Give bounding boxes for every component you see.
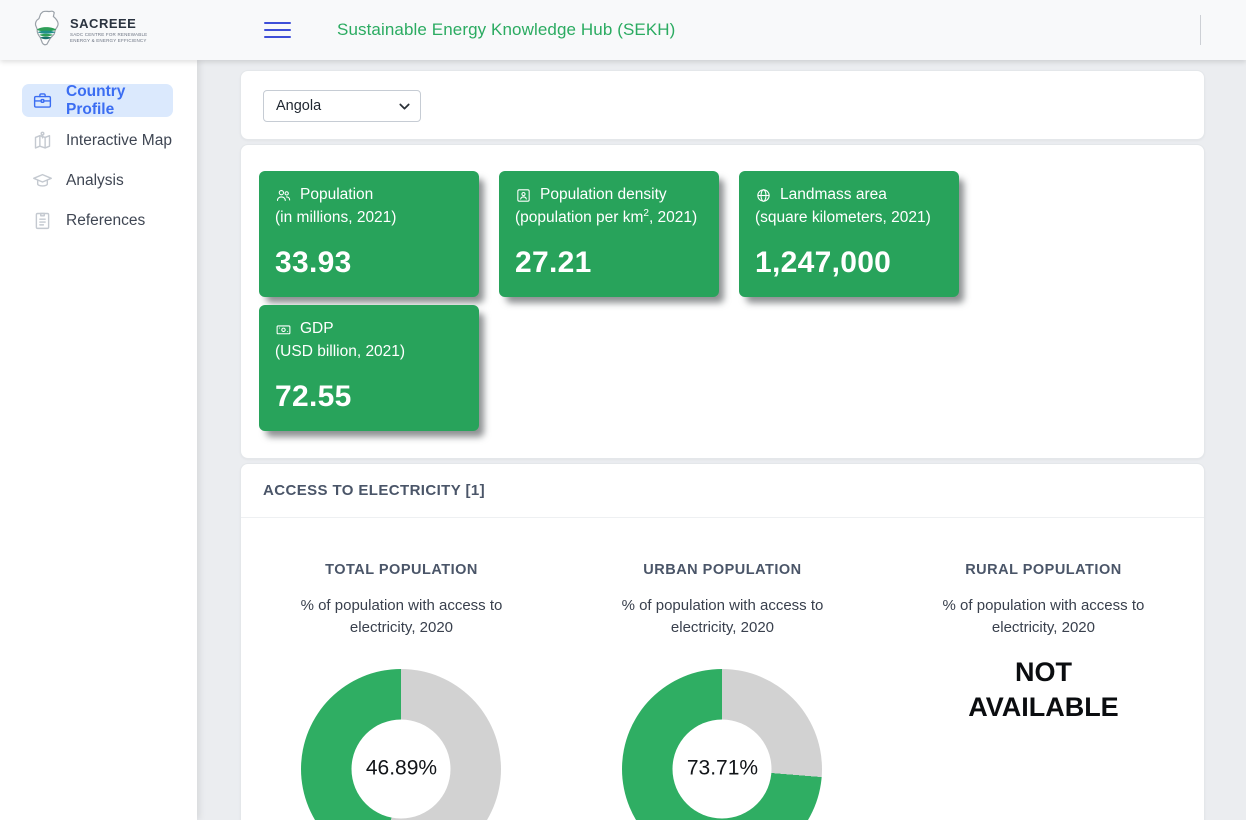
not-available-label: NOT AVAILABLE [951, 655, 1136, 725]
graduation-cap-icon [32, 170, 53, 191]
donut-center-label: 46.89% [366, 757, 437, 781]
country-selector-panel: Angola [240, 70, 1205, 140]
donut-hole: 73.71% [673, 719, 772, 818]
people-icon [275, 187, 292, 204]
stat-subtitle: (in millions, 2021) [275, 209, 396, 226]
stat-card-population: Population (in millions, 2021) 33.93 [259, 171, 479, 297]
map-icon [32, 130, 53, 151]
sidebar-item-analysis[interactable]: Analysis [22, 164, 173, 197]
stat-card-landmass-area: Landmass area (square kilometers, 2021) … [739, 171, 959, 297]
chart-subtitle: % of population with access to electrici… [923, 595, 1163, 639]
stat-title: Population [300, 186, 373, 204]
stat-card-population-density: Population density (population per km2, … [499, 171, 719, 297]
stat-value: 72.55 [275, 380, 463, 414]
country-select-value: Angola [276, 98, 321, 114]
chart-col-total-population: TOTAL POPULATION % of population with ac… [241, 562, 562, 820]
country-select[interactable]: Angola [263, 90, 421, 122]
sidebar-item-references[interactable]: References [22, 204, 173, 237]
sidebar-item-label: References [66, 212, 145, 230]
stat-value: 1,247,000 [755, 246, 943, 280]
density-icon [515, 187, 532, 204]
chart-title: URBAN POPULATION [562, 562, 883, 578]
page-title: Sustainable Energy Knowledge Hub (SEKH) [337, 20, 675, 40]
brand-name: SACREEE [70, 17, 148, 30]
sidebar-item-label: Analysis [66, 172, 124, 190]
briefcase-icon [32, 90, 53, 111]
africa-logo-icon [30, 9, 64, 52]
stat-subtitle: (population per km [515, 209, 643, 226]
sidebar-item-interactive-map[interactable]: Interactive Map [22, 124, 173, 157]
country-stats-panel: Population (in millions, 2021) 33.93 Pop… [240, 144, 1205, 459]
chart-title: TOTAL POPULATION [241, 562, 562, 578]
chevron-down-icon [398, 100, 411, 113]
sidebar-item-label: Country Profile [66, 83, 173, 119]
chart-subtitle: % of population with access to electrici… [602, 595, 842, 639]
chart-col-rural-population: RURAL POPULATION % of population with ac… [883, 562, 1204, 820]
brand-tagline: SADC CENTRE FOR RENEWABLE ENERGY & ENERG… [70, 32, 148, 43]
stat-subtitle: (USD billion, 2021) [275, 343, 405, 360]
header-divider [1200, 15, 1201, 45]
sidebar-item-label: Interactive Map [66, 132, 172, 150]
globe-icon [755, 187, 772, 204]
stat-card-grid: Population (in millions, 2021) 33.93 Pop… [259, 171, 1186, 431]
clipboard-icon [32, 210, 53, 231]
sacreee-logo[interactable]: SACREEE SADC CENTRE FOR RENEWABLE ENERGY… [30, 9, 148, 52]
donut-chart-urban-population: 73.71% [622, 669, 822, 820]
stat-subtitle: (square kilometers, 2021) [755, 209, 931, 226]
sidebar-item-country-profile[interactable]: Country Profile [22, 84, 173, 117]
stat-value: 33.93 [275, 246, 463, 280]
stat-title: GDP [300, 320, 334, 338]
main-content: Angola [240, 60, 1205, 820]
stat-title: Landmass area [780, 186, 887, 204]
stat-card-gdp: GDP (USD billion, 2021) 72.55 [259, 305, 479, 431]
access-to-electricity-panel: ACCESS TO ELECTRICITY [1] TOTAL POPULATI… [240, 463, 1205, 820]
chart-title: RURAL POPULATION [883, 562, 1204, 578]
stat-title: Population density [540, 186, 667, 204]
chart-subtitle: % of population with access to electrici… [281, 595, 521, 639]
donut-hole: 46.89% [352, 719, 451, 818]
donut-chart-total-population: 46.89% [301, 669, 501, 820]
app-header: SACREEE SADC CENTRE FOR RENEWABLE ENERGY… [0, 0, 1246, 60]
banknote-icon [275, 321, 292, 338]
stat-value: 27.21 [515, 246, 703, 280]
sidebar: Country Profile Interactive Map Analysis [0, 60, 197, 820]
electricity-charts-row: TOTAL POPULATION % of population with ac… [241, 518, 1204, 820]
section-header: ACCESS TO ELECTRICITY [1] [241, 464, 1204, 518]
section-heading: ACCESS TO ELECTRICITY [1] [263, 482, 1182, 499]
hamburger-menu-icon[interactable] [264, 17, 291, 42]
logo-text: SACREEE SADC CENTRE FOR RENEWABLE ENERGY… [70, 17, 148, 43]
chart-col-urban-population: URBAN POPULATION % of population with ac… [562, 562, 883, 820]
donut-center-label: 73.71% [687, 757, 758, 781]
